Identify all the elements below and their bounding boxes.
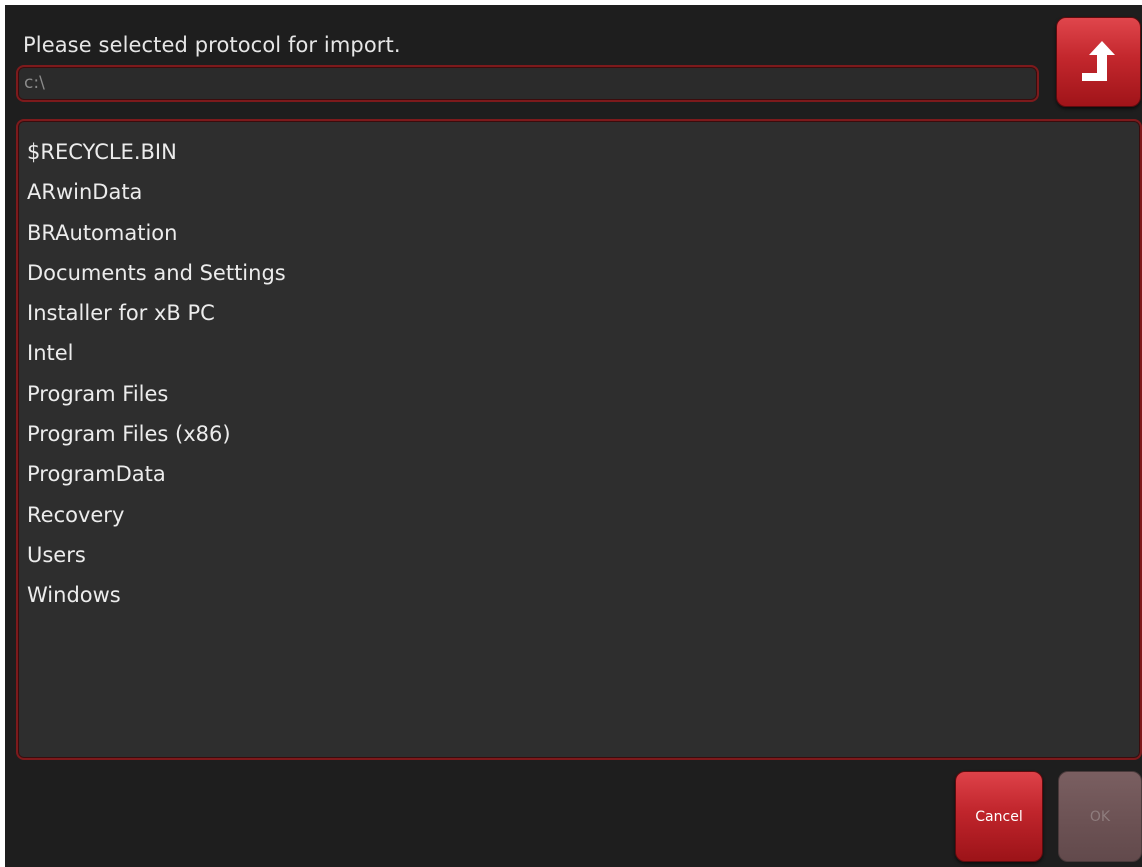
file-list[interactable]: $RECYCLE.BIN ARwinData BRAutomation Docu… — [16, 119, 1142, 760]
list-item[interactable]: BRAutomation — [18, 213, 1140, 253]
list-item[interactable]: ProgramData — [18, 454, 1140, 494]
list-item[interactable]: ARwinData — [18, 172, 1140, 212]
list-item[interactable]: Documents and Settings — [18, 253, 1140, 293]
list-item[interactable]: Installer for xB PC — [18, 293, 1140, 333]
cancel-button[interactable]: Cancel — [955, 771, 1043, 862]
ok-button[interactable]: OK — [1058, 771, 1142, 862]
list-item[interactable]: Windows — [18, 575, 1140, 615]
list-item[interactable]: Users — [18, 535, 1140, 575]
up-directory-button[interactable] — [1056, 17, 1141, 107]
list-item[interactable]: Intel — [18, 333, 1140, 373]
list-item[interactable]: $RECYCLE.BIN — [18, 132, 1140, 172]
list-item[interactable]: Program Files (x86) — [18, 414, 1140, 454]
folder-up-arrow-icon — [1082, 41, 1115, 81]
list-item[interactable]: Recovery — [18, 495, 1140, 535]
import-dialog: Please selected protocol for import. c:\… — [5, 5, 1142, 867]
prompt-label: Please selected protocol for import. — [23, 33, 401, 57]
path-field[interactable]: c:\ — [16, 65, 1039, 102]
list-item[interactable]: Program Files — [18, 374, 1140, 414]
